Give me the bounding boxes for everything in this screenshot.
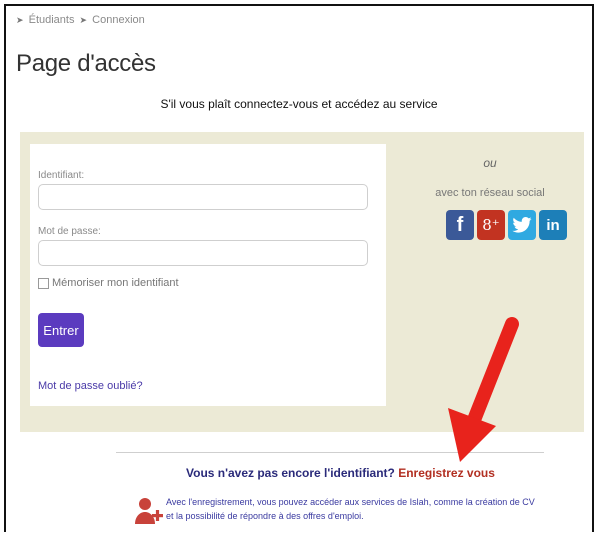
breadcrumb-separator-icon: ➤: [79, 15, 88, 25]
page-title: Page d'accès: [16, 50, 156, 77]
forgot-password-link[interactable]: Mot de passe oublié?: [38, 380, 143, 392]
social-label: avec ton réseau social: [435, 187, 545, 199]
twitter-icon[interactable]: [508, 210, 536, 240]
linkedin-icon[interactable]: in: [539, 210, 567, 240]
register-question: Vous n'avez pas encore l'identifiant?: [186, 466, 395, 480]
remember-checkbox[interactable]: [38, 277, 49, 289]
breadcrumb-item-connexion: Connexion: [92, 14, 145, 26]
google-plus-icon[interactable]: 8⁺: [477, 210, 505, 240]
remember-label: Mémoriser mon identifiant: [52, 277, 179, 289]
breadcrumb-item-etudiants[interactable]: Étudiants: [29, 14, 75, 26]
register-prompt: Vous n'avez pas encore l'identifiant? En…: [186, 466, 495, 480]
page-frame: ➤ Étudiants ➤ Connexion Page d'accès S'i…: [4, 4, 594, 532]
breadcrumb-separator-icon: ➤: [16, 15, 24, 25]
facebook-icon[interactable]: f: [446, 210, 474, 240]
breadcrumb: ➤ Étudiants ➤ Connexion: [14, 14, 145, 26]
password-label: Mot de passe:: [38, 226, 101, 237]
login-form: Identifiant: Mot de passe: Mémoriser mon…: [30, 144, 386, 406]
page-subtitle: S'il vous plaît connectez-vous et accéde…: [160, 97, 438, 111]
submit-button[interactable]: Entrer: [38, 313, 84, 347]
username-input[interactable]: [38, 184, 368, 210]
register-description: Avec l'enregistrement, vous pouvez accéd…: [166, 497, 535, 521]
add-user-icon: [134, 496, 164, 526]
password-input[interactable]: [38, 240, 368, 266]
annotation-arrow-icon: [448, 317, 519, 462]
social-icons: f 8⁺ in: [446, 210, 567, 240]
register-link[interactable]: Enregistrez vous: [398, 466, 495, 480]
remember-me[interactable]: Mémoriser mon identifiant: [38, 277, 179, 289]
or-label: ou: [483, 156, 497, 170]
username-label: Identifiant:: [38, 170, 85, 181]
